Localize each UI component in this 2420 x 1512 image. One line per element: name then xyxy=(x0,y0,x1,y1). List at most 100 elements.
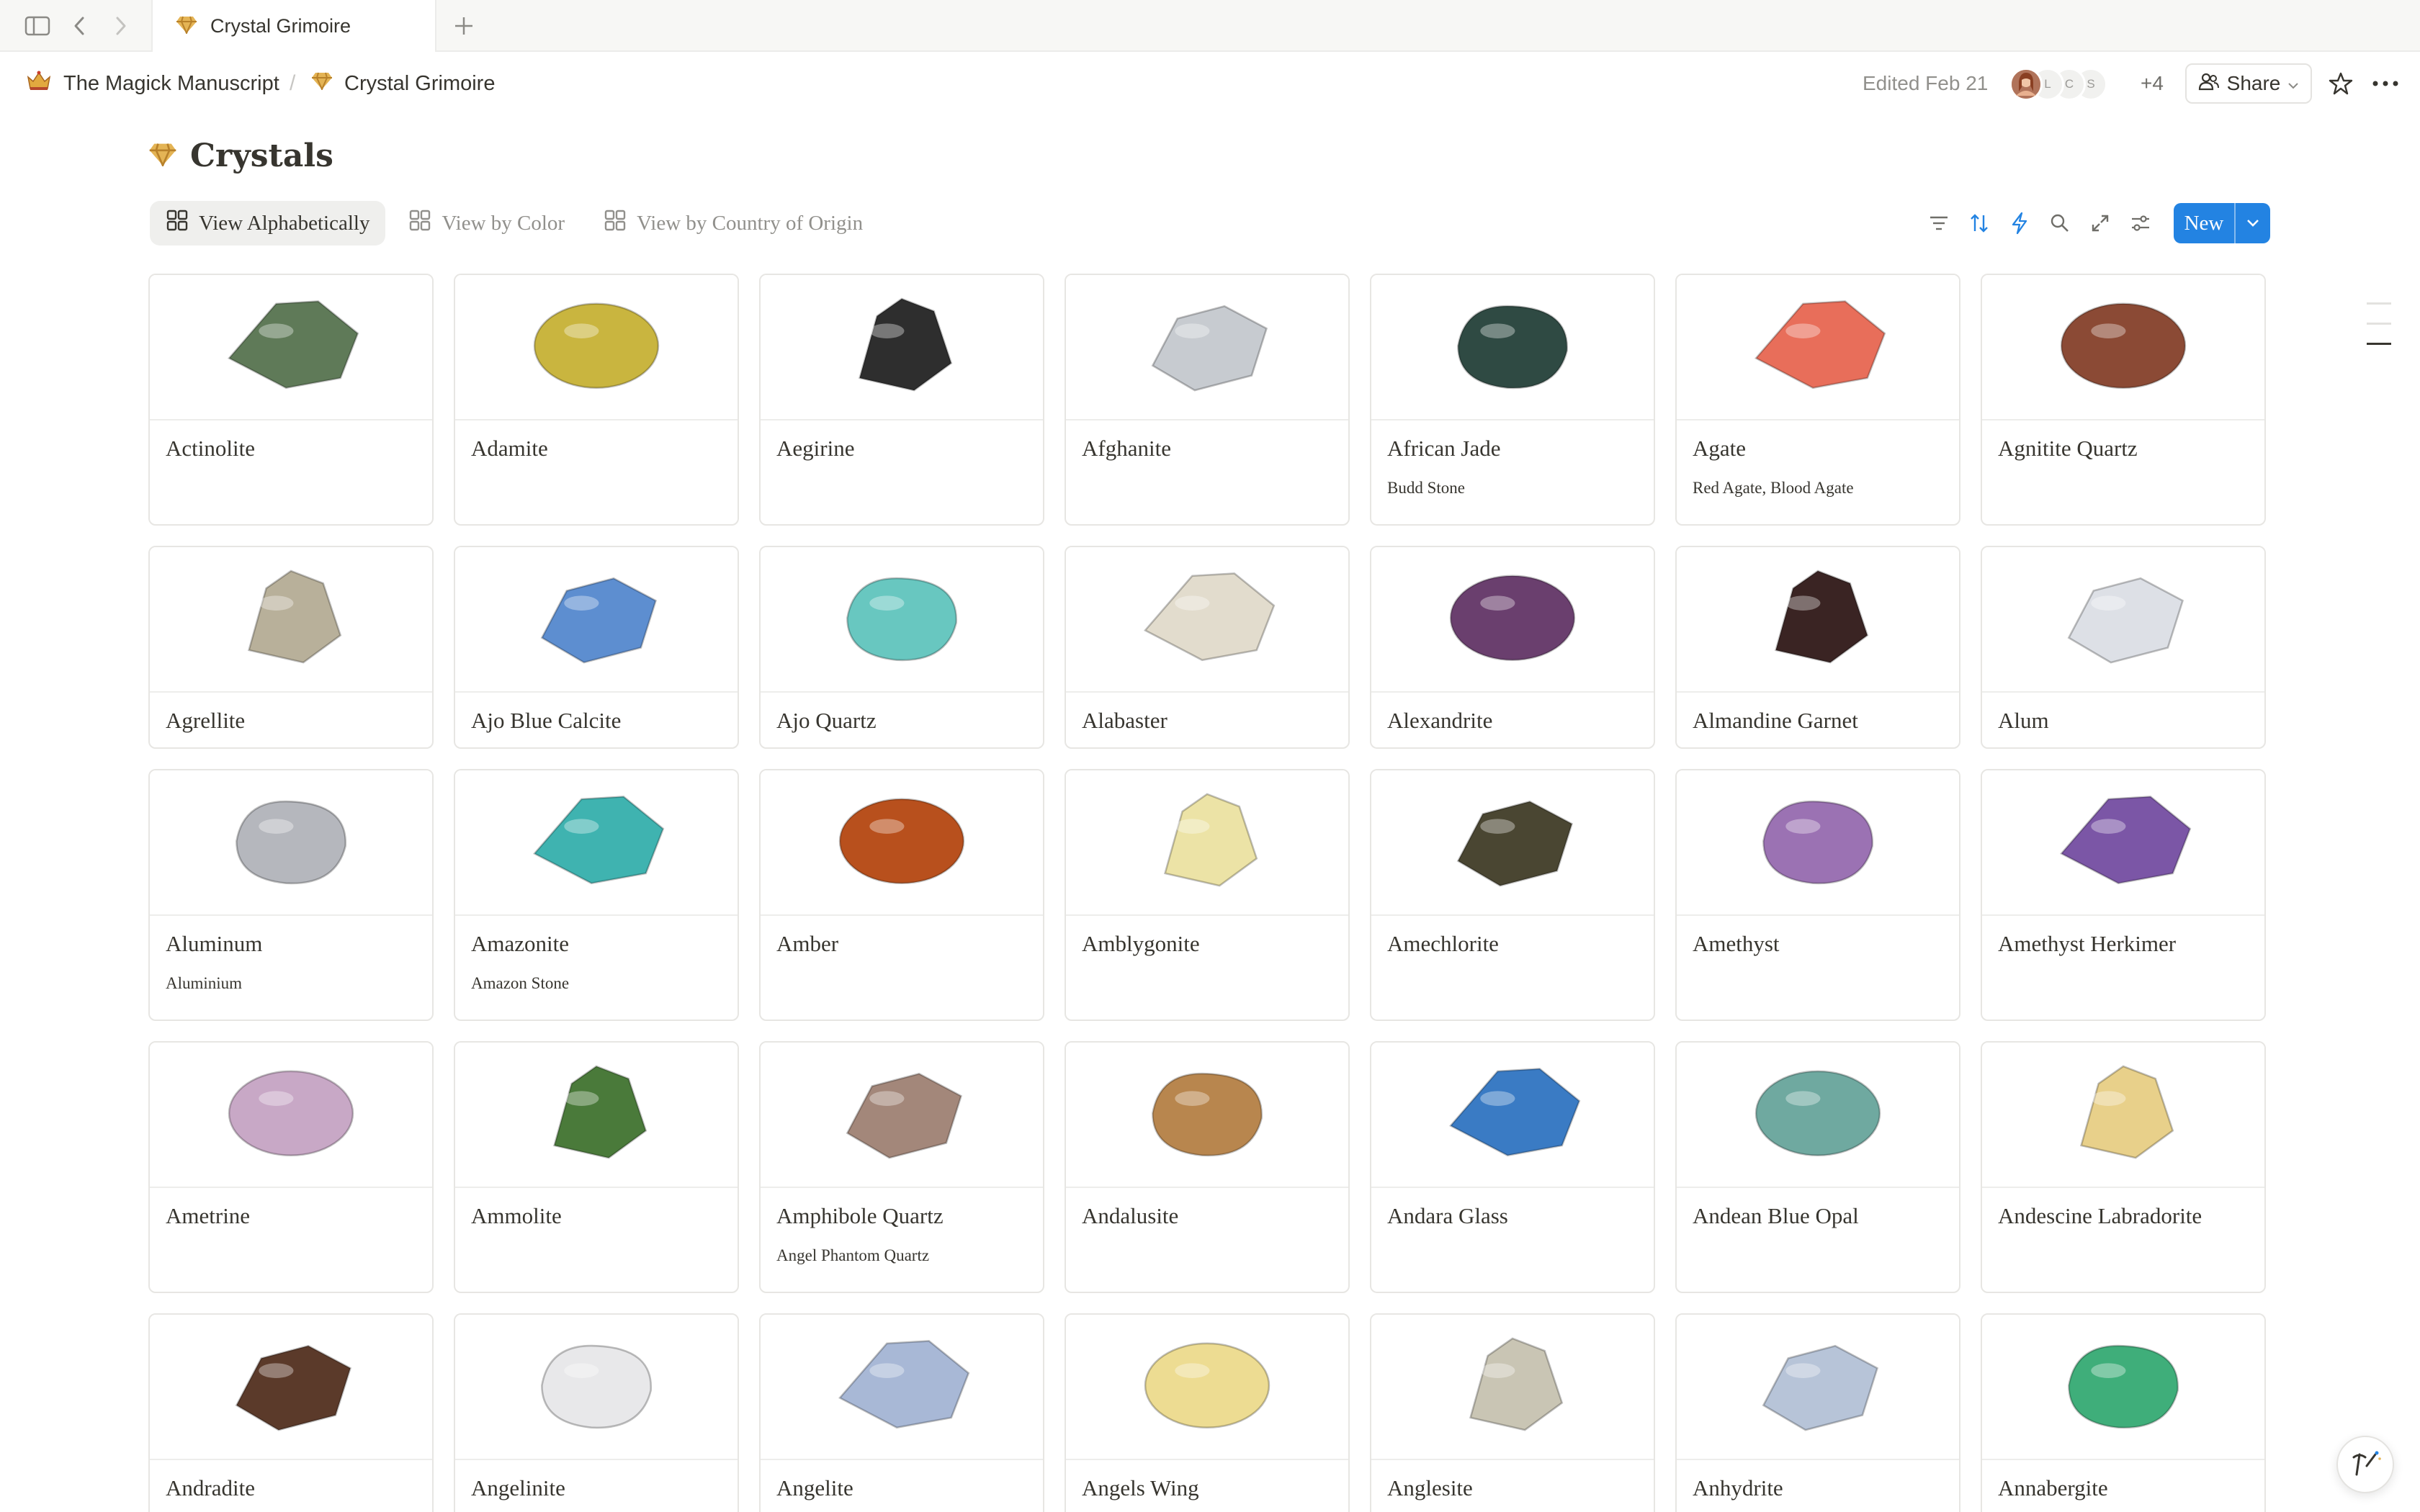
forward-arrow-icon[interactable] xyxy=(105,10,137,42)
gallery-card[interactable]: Amazonite Amazon Stone xyxy=(454,769,739,1021)
gem-icon xyxy=(148,142,177,170)
gallery-card[interactable]: Amethyst xyxy=(1675,769,1960,1021)
gallery-row: Agrellite Ajo Blue Calcite Ajo Quartz Alaba… xyxy=(148,546,2273,749)
gallery-card[interactable]: Angels Wing xyxy=(1065,1313,1350,1512)
crystal-image xyxy=(455,1043,738,1188)
gallery-card[interactable]: Alum xyxy=(1981,546,2266,749)
card-body: Actinolite xyxy=(150,420,432,462)
crystal-image xyxy=(1982,1043,2264,1188)
gallery-card[interactable]: Agate Red Agate, Blood Agate xyxy=(1675,274,1960,526)
gallery-card[interactable]: Angelinite xyxy=(454,1313,739,1512)
card-body: Anhydrite xyxy=(1677,1460,1959,1502)
crystal-image xyxy=(1982,547,2264,693)
share-button[interactable]: Share xyxy=(2185,63,2312,104)
gallery-card[interactable]: Andalusite xyxy=(1065,1041,1350,1293)
breadcrumb-workspace[interactable]: The Magick Manuscript xyxy=(26,68,279,99)
new-entry-button[interactable]: New xyxy=(2174,203,2270,243)
card-body: Amethyst Herkimer xyxy=(1982,916,2264,958)
crystal-image xyxy=(761,547,1043,693)
collaborator-avatars[interactable]: L C S xyxy=(2009,68,2146,102)
gallery-card[interactable]: Alabaster xyxy=(1065,546,1350,749)
page-outline-marks[interactable] xyxy=(2367,302,2391,353)
card-body: Angelinite xyxy=(455,1460,738,1502)
gallery-card[interactable]: Amblygonite xyxy=(1065,769,1350,1021)
crystal-name: Aluminum xyxy=(166,931,263,956)
gallery-card[interactable]: Aluminum Aluminium xyxy=(148,769,434,1021)
gallery-card[interactable]: Adamite xyxy=(454,274,739,526)
breadcrumb-page[interactable]: Crystal Grimoire xyxy=(311,68,495,99)
filter-icon[interactable] xyxy=(1919,203,1959,243)
chevron-down-icon[interactable] xyxy=(2236,203,2270,243)
gallery-card[interactable]: Actinolite xyxy=(148,274,434,526)
crystal-name: Amber xyxy=(776,931,839,956)
gallery-card[interactable]: Afghanite xyxy=(1065,274,1350,526)
favorite-star-icon[interactable] xyxy=(2322,65,2360,102)
gallery-card[interactable]: Agnitite Quartz xyxy=(1981,274,2266,526)
gallery-card[interactable]: Angelite xyxy=(759,1313,1044,1512)
gallery-card[interactable]: Amber xyxy=(759,769,1044,1021)
gallery-grid-icon xyxy=(408,209,431,238)
crystal-image xyxy=(1371,1043,1654,1188)
gallery-card[interactable]: Anhydrite xyxy=(1675,1313,1960,1512)
gallery-card[interactable]: Aegirine xyxy=(759,274,1044,526)
gallery-card[interactable]: Andescine Labradorite xyxy=(1981,1041,2266,1293)
gallery-card[interactable]: African Jade Budd Stone xyxy=(1370,274,1655,526)
more-options-icon[interactable] xyxy=(2367,65,2404,102)
tab-view-by-color[interactable]: View by Color xyxy=(393,201,581,246)
gallery-card[interactable]: Agrellite xyxy=(148,546,434,749)
gallery-card[interactable]: Ajo Quartz xyxy=(759,546,1044,749)
automation-icon[interactable] xyxy=(1999,203,2040,243)
new-button-label[interactable]: New xyxy=(2174,203,2236,243)
card-body: Almandine Garnet xyxy=(1677,693,1959,734)
crystal-image xyxy=(1066,770,1348,916)
gallery-card[interactable]: Amethyst Herkimer xyxy=(1981,769,2266,1021)
gallery-card[interactable]: Ajo Blue Calcite xyxy=(454,546,739,749)
crystal-name: Anhydrite xyxy=(1693,1475,1783,1500)
more-collaborators-count[interactable]: +4 xyxy=(2141,68,2164,99)
sidebar-toggle-icon[interactable] xyxy=(22,10,53,42)
card-body: Ajo Quartz xyxy=(761,693,1043,734)
search-icon[interactable] xyxy=(2040,203,2080,243)
crystal-name: Amazonite xyxy=(471,931,570,956)
gallery-card[interactable]: Andean Blue Opal xyxy=(1675,1041,1960,1293)
settings-icon[interactable] xyxy=(2120,203,2161,243)
crystal-image xyxy=(1982,770,2264,916)
gallery-card[interactable]: Alexandrite xyxy=(1370,546,1655,749)
gallery-card[interactable]: Ammolite xyxy=(454,1041,739,1293)
gallery-card[interactable]: Amphibole Quartz Angel Phantom Quartz xyxy=(759,1041,1044,1293)
new-tab-button[interactable] xyxy=(448,10,480,42)
gem-icon xyxy=(176,15,197,37)
tab-view-by-country[interactable]: View by Country of Origin xyxy=(588,201,879,246)
crystal-name: Annabergite xyxy=(1998,1475,2108,1500)
page-title: Crystals xyxy=(148,134,333,177)
page-header-bar: The Magick Manuscript / Crystal Grimoire… xyxy=(0,52,2420,115)
gallery-card[interactable]: Anglesite xyxy=(1370,1313,1655,1512)
gallery-card[interactable]: Andara Glass xyxy=(1370,1041,1655,1293)
crystal-image xyxy=(761,1315,1043,1460)
card-body: Amphibole Quartz Angel Phantom Quartz xyxy=(761,1188,1043,1266)
gallery-card[interactable]: Almandine Garnet xyxy=(1675,546,1960,749)
crystal-image xyxy=(1371,770,1654,916)
card-body: Aegirine xyxy=(761,420,1043,462)
expand-icon[interactable] xyxy=(2080,203,2120,243)
edited-timestamp: Edited Feb 21 xyxy=(1863,72,1989,94)
tab-view-alphabetically[interactable]: View Alphabetically xyxy=(150,201,386,246)
gem-icon xyxy=(311,71,333,96)
breadcrumb-separator: / xyxy=(290,71,296,95)
card-body: Angels Wing xyxy=(1066,1460,1348,1502)
card-body: Anglesite xyxy=(1371,1460,1654,1502)
card-body: Annabergite xyxy=(1982,1460,2264,1502)
gallery-card[interactable]: Ametrine xyxy=(148,1041,434,1293)
ai-assistant-button[interactable] xyxy=(2336,1436,2394,1493)
crystal-name: Agate xyxy=(1693,436,1747,461)
avatar[interactable] xyxy=(2009,68,2043,101)
gallery-card[interactable]: Annabergite xyxy=(1981,1313,2266,1512)
crystal-name: Angelite xyxy=(776,1475,853,1500)
card-body: Ametrine xyxy=(150,1188,432,1230)
gallery-card[interactable]: Andradite xyxy=(148,1313,434,1512)
sort-icon[interactable] xyxy=(1959,203,1999,243)
crystal-image xyxy=(1371,1315,1654,1460)
gallery-card[interactable]: Amechlorite xyxy=(1370,769,1655,1021)
back-arrow-icon[interactable] xyxy=(63,10,95,42)
tab-crystal-grimoire[interactable]: Crystal Grimoire xyxy=(151,0,436,52)
